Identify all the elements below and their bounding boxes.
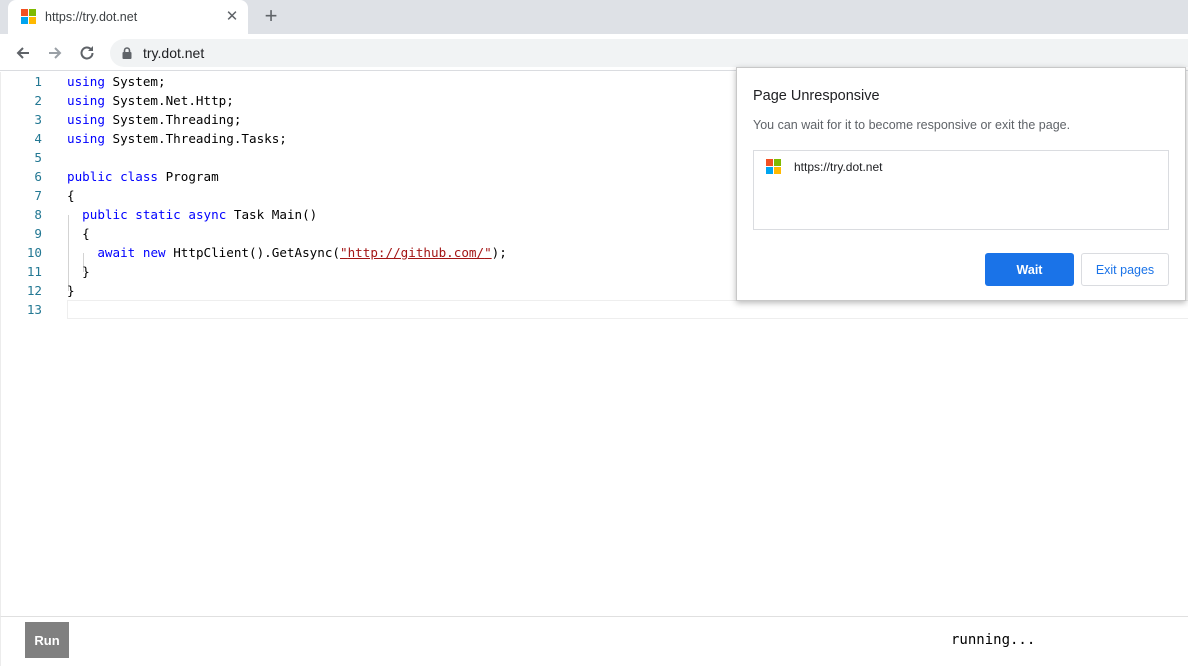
reload-button[interactable] xyxy=(74,40,100,66)
forward-arrow-icon xyxy=(49,47,62,59)
line-number: 5 xyxy=(34,150,42,165)
code-keyword: static xyxy=(135,207,181,222)
code-keyword: await xyxy=(97,245,136,260)
code-keyword: async xyxy=(188,207,227,222)
code-text: } xyxy=(67,281,75,300)
dialog-title: Page Unresponsive xyxy=(753,88,880,104)
code-token: { xyxy=(67,226,90,241)
code-token: System.Threading; xyxy=(104,112,242,127)
line-number: 3 xyxy=(34,112,42,127)
page-url: https://try.dot.net xyxy=(794,160,883,174)
plus-icon: + xyxy=(264,3,278,28)
line-number: 9 xyxy=(34,226,42,241)
code-text: using System.Threading; xyxy=(67,110,241,129)
code-keyword: new xyxy=(142,245,166,260)
wait-button[interactable]: Wait xyxy=(985,253,1074,286)
code-token: } xyxy=(67,283,75,298)
code-token: ); xyxy=(491,245,507,260)
code-text: public static async Task Main() xyxy=(67,205,317,224)
microsoft-logo-icon xyxy=(766,159,782,175)
code-string: " xyxy=(340,245,348,260)
code-token: HttpClient().GetAsync( xyxy=(165,245,340,260)
run-status: running... xyxy=(951,632,1036,648)
reload-icon xyxy=(80,46,94,60)
line-number: 7 xyxy=(34,188,42,203)
line-number: 2 xyxy=(34,93,42,108)
code-keyword: using xyxy=(67,112,105,127)
line-number: 13 xyxy=(26,302,42,317)
code-text: } xyxy=(67,262,90,281)
dialog-message: You can wait for it to become responsive… xyxy=(753,118,1071,132)
code-token: System; xyxy=(104,74,166,89)
forward-button[interactable] xyxy=(42,40,68,66)
line-number: 1 xyxy=(34,74,42,89)
back-arrow-icon xyxy=(16,47,29,59)
code-token: { xyxy=(67,188,75,203)
url-text: try.dot.net xyxy=(143,45,205,61)
code-token: Task Main() xyxy=(226,207,318,222)
code-text: using System.Net.Http; xyxy=(67,91,234,110)
tab-strip: https://try.dot.net ✕ + xyxy=(0,0,1188,34)
new-tab-button[interactable]: + xyxy=(260,3,282,28)
code-string: " xyxy=(484,245,492,260)
code-keyword: public xyxy=(67,169,113,184)
line-number: 11 xyxy=(26,264,42,279)
code-keyword: class xyxy=(120,169,159,184)
unresponsive-page-list: https://try.dot.net xyxy=(753,150,1169,230)
code-token: } xyxy=(67,264,90,279)
microsoft-logo-icon xyxy=(21,9,37,25)
footer-bar: Run running... xyxy=(0,616,1188,666)
code-text: using System.Threading.Tasks; xyxy=(67,129,287,148)
code-text: using System; xyxy=(67,72,166,91)
browser-toolbar: try.dot.net xyxy=(0,34,1188,71)
line-number: 8 xyxy=(34,207,42,222)
code-keyword: public xyxy=(82,207,128,222)
code-line: 13 xyxy=(1,300,1188,319)
line-number: 12 xyxy=(26,283,42,298)
close-icon[interactable]: ✕ xyxy=(224,9,240,25)
code-string: http://github.com/ xyxy=(347,245,485,260)
code-keyword: using xyxy=(67,93,105,108)
browser-tab[interactable]: https://try.dot.net ✕ xyxy=(8,0,248,34)
code-text: { xyxy=(67,186,75,205)
line-number: 10 xyxy=(26,245,42,260)
line-number: 4 xyxy=(34,131,42,146)
code-token: System.Net.Http; xyxy=(104,93,234,108)
code-text: await new HttpClient().GetAsync("http://… xyxy=(67,243,507,262)
page-unresponsive-dialog: Page Unresponsive You can wait for it to… xyxy=(736,67,1186,301)
back-button[interactable] xyxy=(10,40,36,66)
code-keyword: using xyxy=(67,131,105,146)
lock-icon xyxy=(122,47,132,59)
address-bar[interactable]: try.dot.net xyxy=(110,39,1188,67)
code-text: public class Program xyxy=(67,167,219,186)
code-token: System.Threading.Tasks; xyxy=(104,131,287,146)
exit-pages-button[interactable]: Exit pages xyxy=(1081,253,1169,286)
tab-title: https://try.dot.net xyxy=(45,10,138,24)
code-keyword: using xyxy=(67,74,105,89)
code-token: Program xyxy=(158,169,219,184)
run-button[interactable]: Run xyxy=(25,622,69,658)
line-number: 6 xyxy=(34,169,42,184)
code-text: { xyxy=(67,224,90,243)
